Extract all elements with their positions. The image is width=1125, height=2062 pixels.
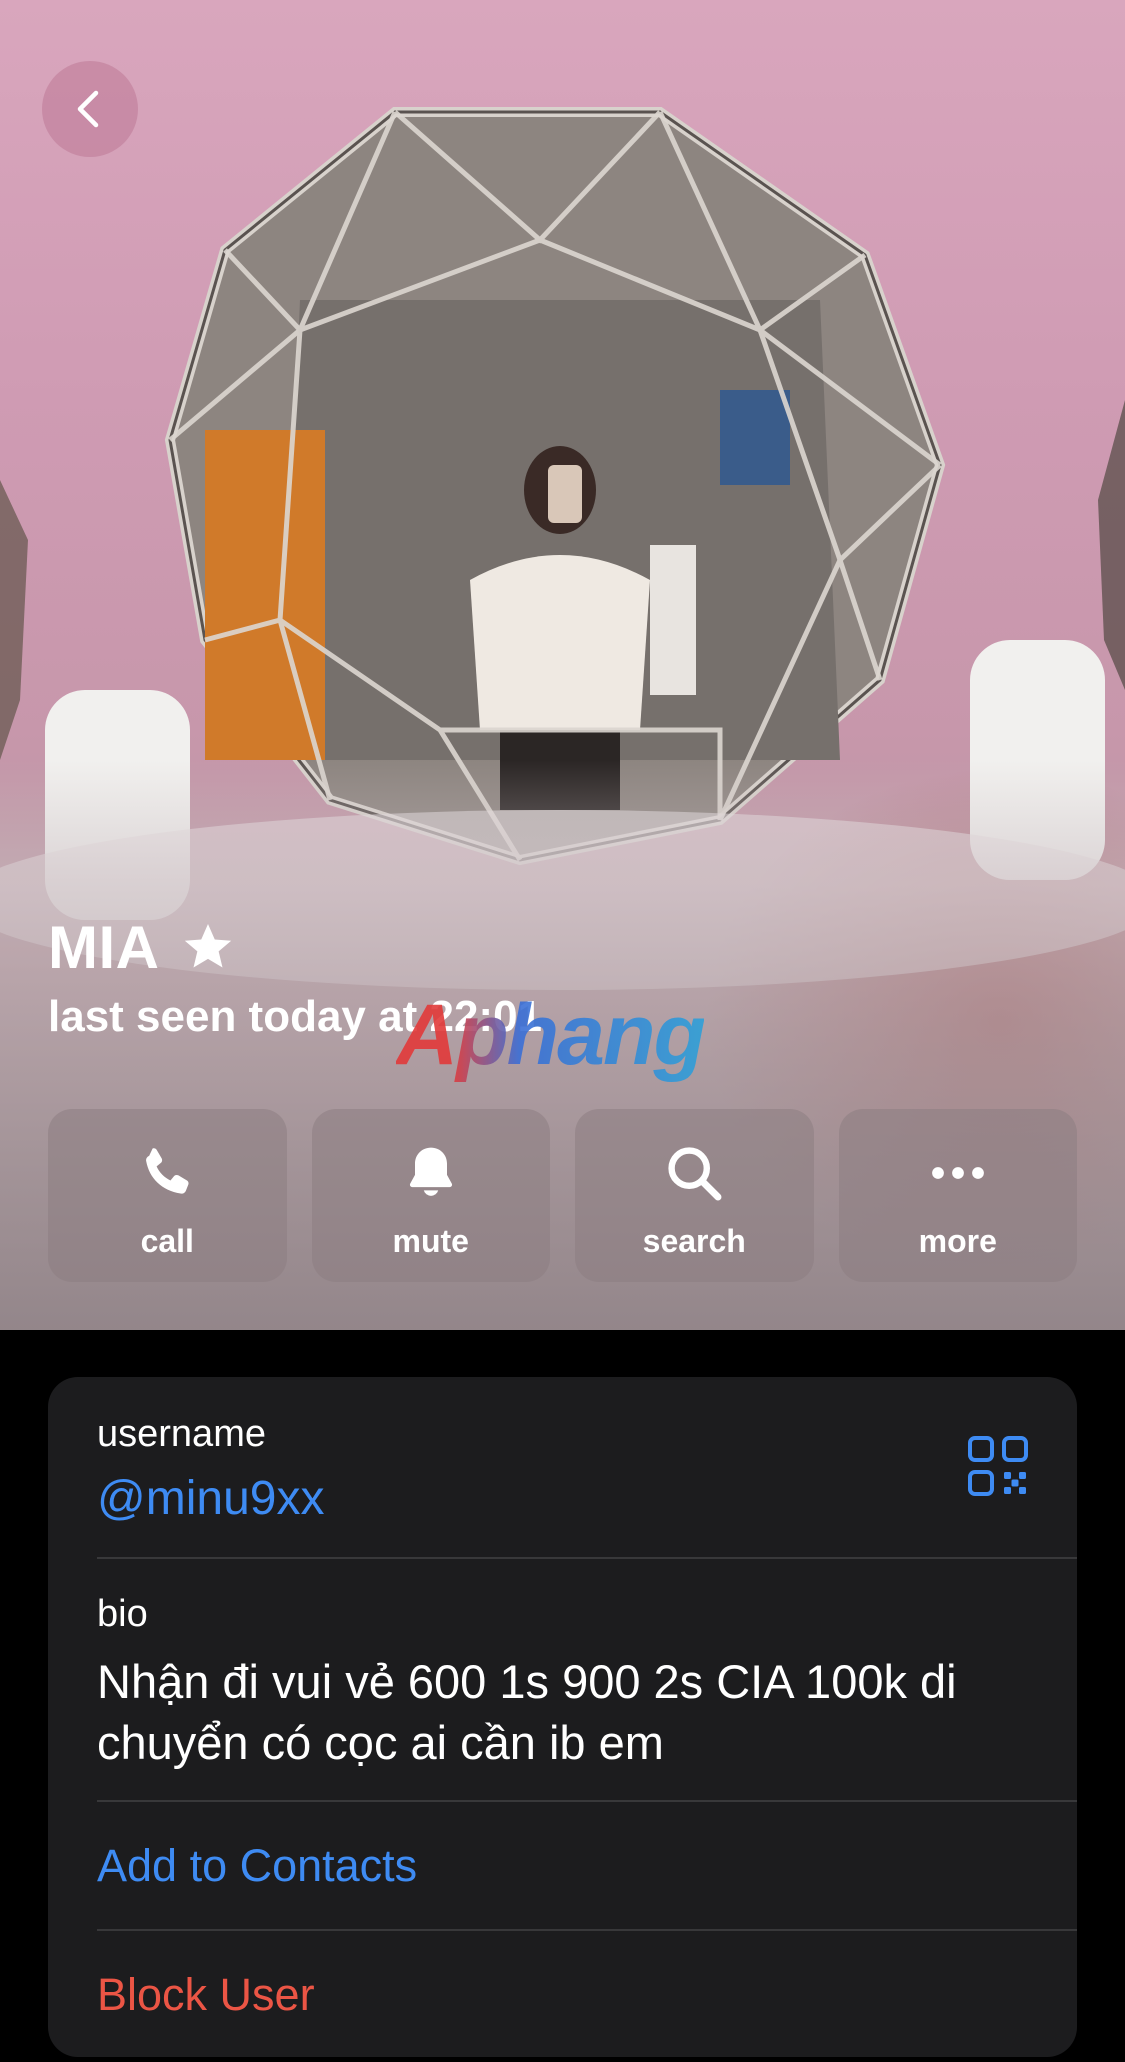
bell-icon bbox=[409, 1147, 452, 1196]
add-to-contacts-button[interactable]: Add to Contacts bbox=[97, 1840, 417, 1892]
watermark: Aphang bbox=[396, 987, 706, 1083]
more-icon bbox=[931, 1167, 984, 1179]
profile-screen: MIA last seen today at 22:01 Aphang call… bbox=[0, 0, 1125, 2062]
mute-button[interactable]: mute bbox=[311, 1109, 550, 1282]
phone-icon bbox=[146, 1148, 189, 1194]
action-bar: call mute search more bbox=[48, 1109, 1077, 1282]
mute-label: mute bbox=[392, 1223, 469, 1259]
more-button[interactable]: more bbox=[838, 1109, 1077, 1282]
profile-name-row: MIA bbox=[48, 912, 237, 982]
username-value[interactable]: @minu9xx bbox=[97, 1471, 324, 1526]
call-button[interactable]: call bbox=[48, 1109, 287, 1282]
profile-name: MIA bbox=[48, 913, 160, 981]
call-label: call bbox=[140, 1223, 194, 1259]
more-label: more bbox=[918, 1223, 997, 1259]
star-icon[interactable] bbox=[179, 918, 237, 976]
chevron-left-icon bbox=[77, 90, 99, 128]
username-label: username bbox=[97, 1413, 266, 1455]
search-button[interactable]: search bbox=[575, 1109, 814, 1282]
back-button[interactable] bbox=[42, 61, 138, 157]
add-to-contacts-row[interactable]: Add to Contacts bbox=[48, 1802, 1077, 1930]
bio-row[interactable]: bio Nhận đi vui vẻ 600 1s 900 2s CIA 100… bbox=[48, 1559, 1077, 1801]
bio-label: bio bbox=[97, 1593, 148, 1635]
block-user-button[interactable]: Block User bbox=[97, 1969, 315, 2021]
bio-value: Nhận đi vui vẻ 600 1s 900 2s CIA 100k di… bbox=[97, 1655, 957, 1769]
block-user-row[interactable]: Block User bbox=[48, 1931, 1077, 2057]
search-icon bbox=[668, 1147, 722, 1201]
info-card: username @minu9xx bio Nhận đi vui vẻ 600… bbox=[48, 1377, 1077, 2057]
qr-code-icon[interactable] bbox=[967, 1435, 1029, 1497]
search-label: search bbox=[642, 1223, 746, 1259]
username-row[interactable]: username @minu9xx bbox=[48, 1377, 1077, 1559]
